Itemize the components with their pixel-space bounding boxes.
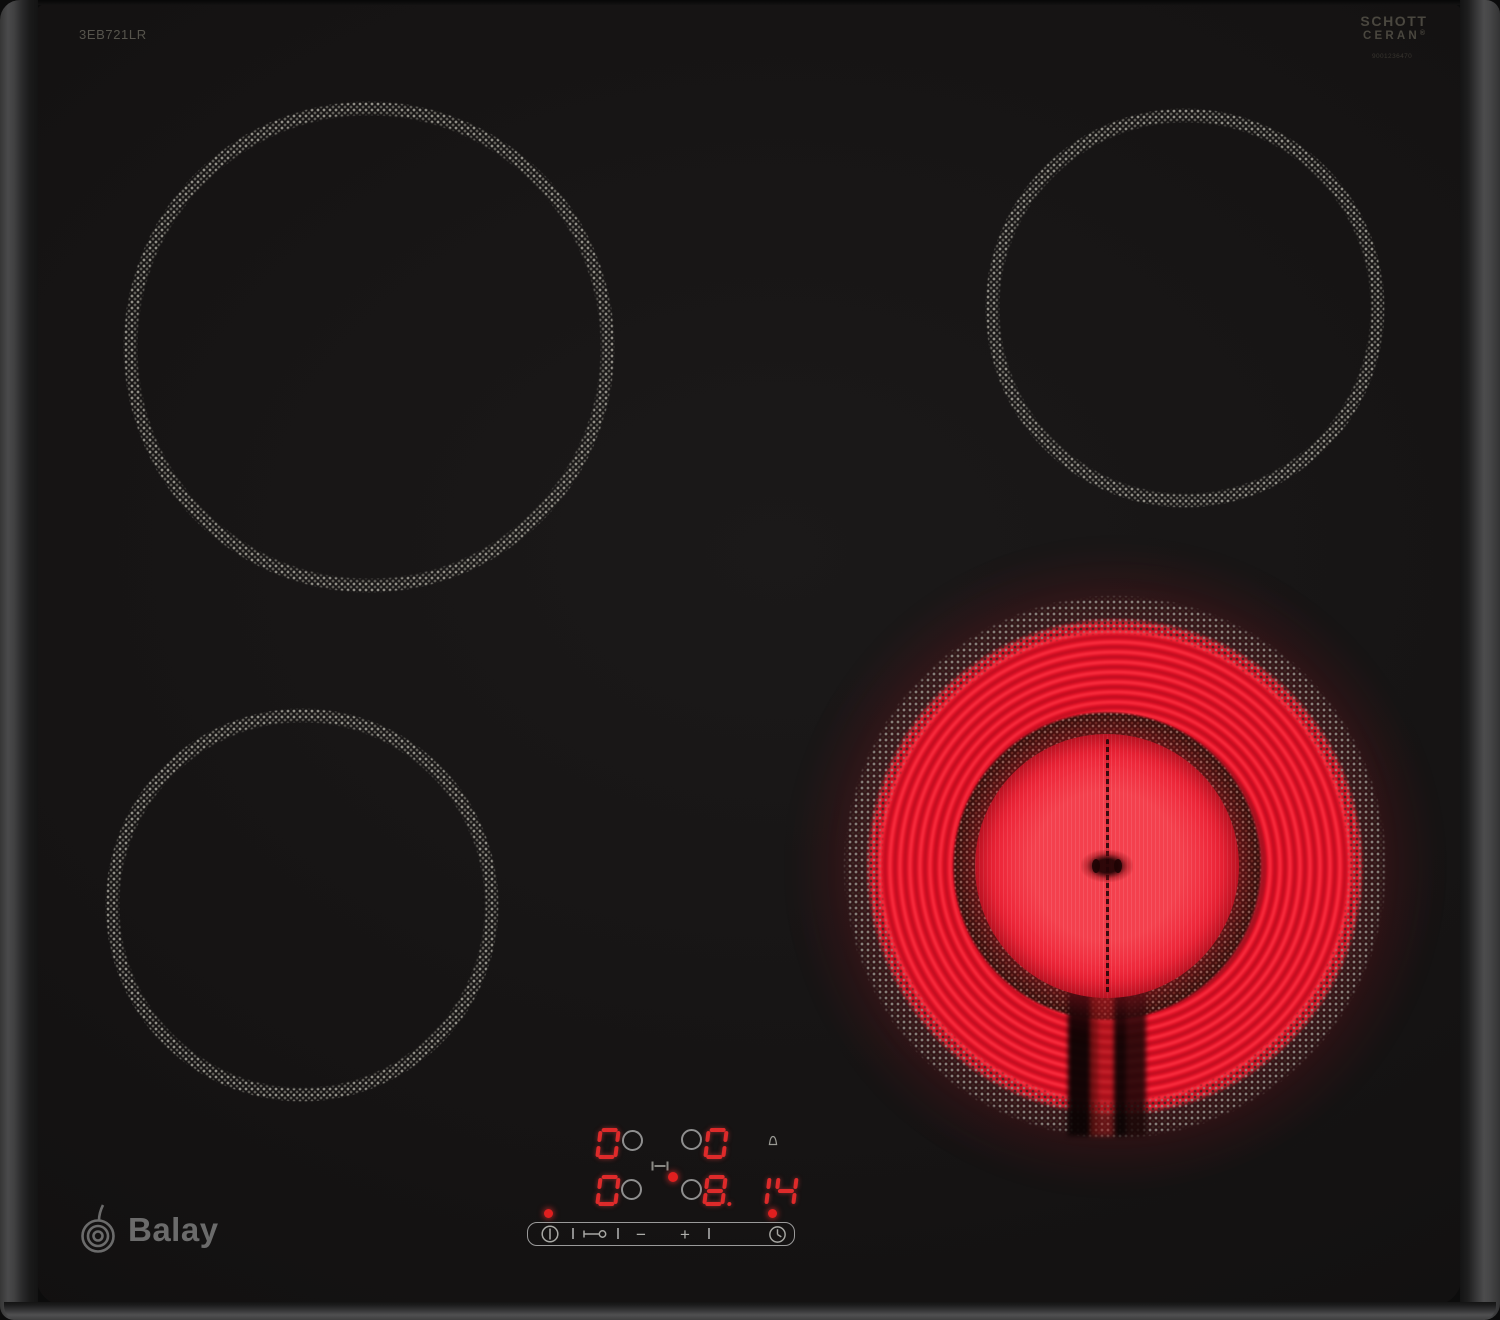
bezel-right bbox=[1460, 0, 1500, 1320]
schott-text: SCHOTT bbox=[1360, 13, 1428, 29]
touch-control-bar: − + bbox=[527, 1222, 795, 1246]
plus-button[interactable]: + bbox=[673, 1223, 697, 1245]
inner-heating-disc bbox=[975, 734, 1239, 998]
display-front-right bbox=[702, 1175, 732, 1206]
balay-spiral-icon bbox=[81, 1204, 115, 1253]
balay-logo-text: Balay bbox=[128, 1211, 219, 1248]
indicator-dot-timer bbox=[768, 1209, 777, 1218]
display-rear-left bbox=[595, 1128, 621, 1159]
hob-photo: 3EB721LR SCHOTT CERAN® 9001236470 Balay bbox=[0, 0, 1500, 1320]
schott-ceran-logo: SCHOTT CERAN® bbox=[1356, 13, 1432, 42]
print-code: 9001236470 bbox=[1372, 53, 1413, 60]
clock-icon bbox=[768, 1225, 786, 1243]
display-rear-right bbox=[703, 1128, 729, 1159]
bezel-top bbox=[14, 0, 1486, 5]
balay-logo: Balay bbox=[76, 1203, 219, 1255]
cooking-zone-front-right-active bbox=[797, 549, 1433, 1185]
model-number: 3EB721LR bbox=[79, 27, 147, 42]
bar-divider bbox=[617, 1228, 619, 1239]
zone-select-rear-left[interactable] bbox=[622, 1130, 643, 1151]
indicator-dot-front-left bbox=[668, 1172, 678, 1182]
timer-button[interactable] bbox=[764, 1223, 790, 1245]
child-lock-button[interactable] bbox=[581, 1223, 609, 1245]
bezel-bottom bbox=[4, 1302, 1496, 1320]
zone-select-front-right[interactable] bbox=[681, 1179, 702, 1200]
minus-button[interactable]: − bbox=[629, 1223, 653, 1245]
zone-select-front-left[interactable] bbox=[621, 1179, 642, 1200]
element-hub bbox=[1081, 850, 1133, 882]
bezel-left bbox=[0, 0, 38, 1320]
bar-divider bbox=[572, 1228, 574, 1239]
key-lock-icon bbox=[583, 1230, 607, 1238]
registered-mark: ® bbox=[1419, 30, 1426, 37]
cooking-zone-rear-left bbox=[123, 101, 615, 593]
cooking-zone-rear-right bbox=[985, 108, 1385, 508]
display-front-left bbox=[595, 1175, 621, 1206]
bar-divider bbox=[708, 1228, 710, 1239]
display-timer bbox=[748, 1175, 799, 1206]
indicator-dot-power bbox=[544, 1209, 553, 1218]
minus-label: − bbox=[636, 1224, 646, 1244]
power-button[interactable] bbox=[538, 1223, 562, 1245]
ceran-text: CERAN® bbox=[1362, 30, 1426, 42]
power-icon bbox=[541, 1225, 559, 1243]
cooking-zone-front-left bbox=[105, 708, 499, 1102]
bell-icon bbox=[766, 1134, 780, 1152]
bridge-icon bbox=[651, 1158, 669, 1176]
zone-select-rear-right[interactable] bbox=[681, 1129, 702, 1150]
plus-label: + bbox=[680, 1224, 690, 1244]
